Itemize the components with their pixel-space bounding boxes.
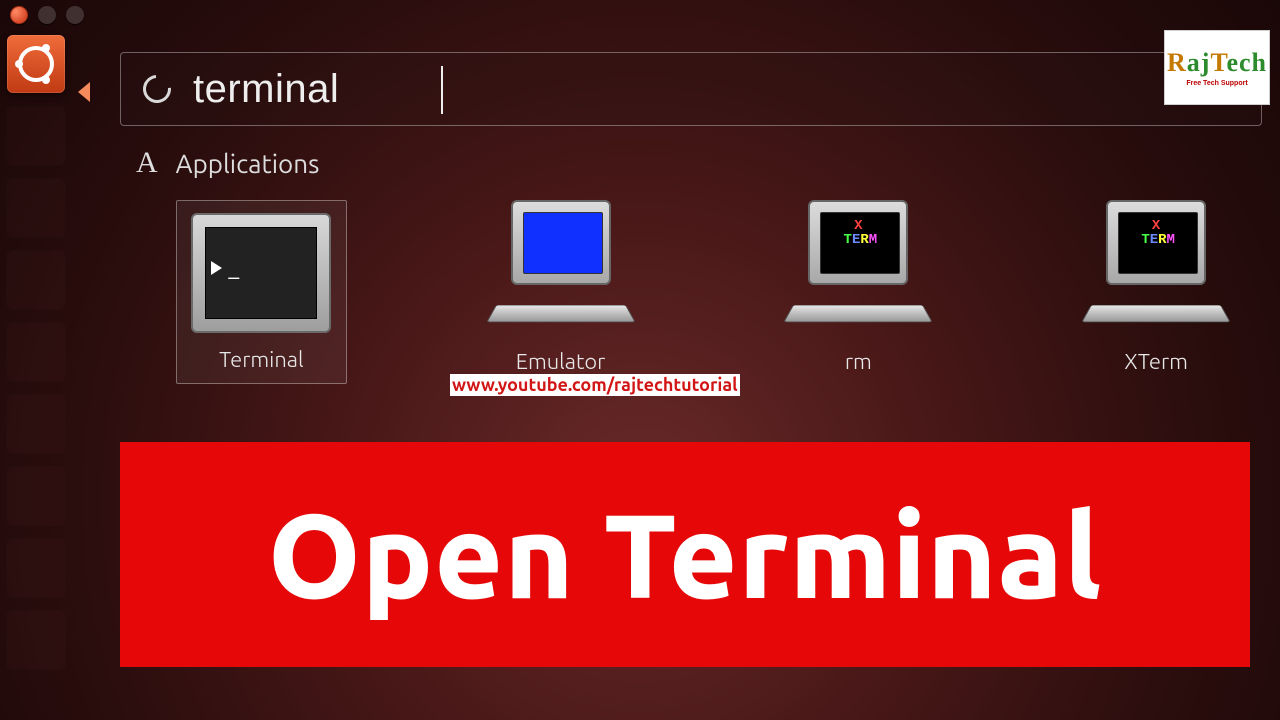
result-xterm-variant[interactable]: X TERM rm [774,200,942,384]
applications-icon: A [136,146,158,180]
result-label: Terminal [219,347,303,373]
text-caret [441,66,443,114]
result-xterm[interactable]: X TERM XTerm [1072,200,1240,384]
video-title-overlay: Open Terminal [120,442,1250,667]
ubuntu-logo-icon [18,46,54,82]
refresh-icon [137,69,176,108]
window-close-button[interactable] [10,6,28,24]
launcher-item[interactable] [7,251,65,309]
launcher-pointer-icon [78,82,90,102]
dash-search-bar[interactable] [120,52,1262,126]
computer-blue-icon [491,200,631,335]
xterm-icon: X TERM [788,200,928,335]
overlay-url: www.youtube.com/rajtechtutorial [450,374,740,396]
launcher-bar [0,35,72,720]
search-input[interactable] [193,67,1239,112]
window-controls [10,6,84,24]
terminal-icon: _ [191,213,331,333]
search-results: _ Terminal Emulator X TERM rm X TERM XTe [176,200,1240,384]
launcher-item[interactable] [7,323,65,381]
result-label: XTerm [1124,349,1188,375]
channel-logo: RajTech Free Tech Support [1164,30,1270,105]
window-maximize-button[interactable] [66,6,84,24]
result-terminal-emulator[interactable]: Emulator [477,200,645,384]
xterm-icon: X TERM [1086,200,1226,335]
result-label: rm [845,349,872,375]
channel-subtitle: Free Tech Support [1186,80,1247,87]
dash-button[interactable] [7,35,65,93]
section-label: Applications [176,149,320,178]
launcher-item[interactable] [7,395,65,453]
result-label: Emulator [516,349,606,375]
launcher-item[interactable] [7,539,65,597]
window-minimize-button[interactable] [38,6,56,24]
launcher-item[interactable] [7,179,65,237]
launcher-item[interactable] [7,467,65,525]
launcher-item[interactable] [7,107,65,165]
section-header: A Applications [136,146,319,180]
launcher-item[interactable] [7,611,65,669]
result-terminal[interactable]: _ Terminal [176,200,347,384]
